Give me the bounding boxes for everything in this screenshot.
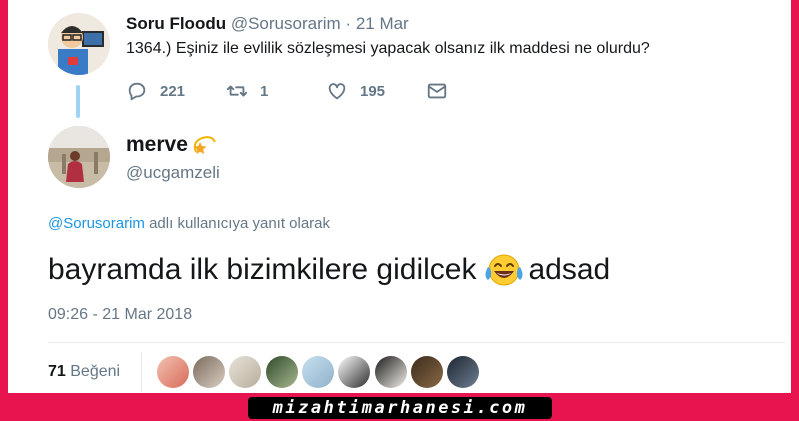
reply-display-name-row: merve (126, 132, 218, 158)
thread-connector (76, 85, 80, 118)
parent-tweet-header: Soru Floodu @Sorusorarim · 21 Mar (126, 14, 409, 34)
reply-text-before: bayramda ilk bizimkilere gidilcek (48, 253, 477, 286)
liker-avatar[interactable] (411, 356, 443, 388)
reply-context-text: adlı kullanıcıya yanıt olarak (149, 215, 331, 232)
likes-count: 71 (48, 363, 66, 380)
retweet-button[interactable]: 1 (226, 78, 268, 104)
stats-separator (141, 352, 142, 392)
liker-avatar[interactable] (193, 356, 225, 388)
message-button[interactable] (426, 78, 460, 104)
liker-avatar[interactable] (338, 356, 370, 388)
reply-timestamp[interactable]: 09:26 - 21 Mar 2018 (48, 306, 192, 324)
watermark-text: mizahtimarhanesi.com (272, 398, 528, 418)
liker-avatar[interactable] (229, 356, 261, 388)
message-icon (427, 83, 447, 99)
reply-handle[interactable]: @ucgamzeli (126, 163, 220, 183)
retweet-icon (226, 85, 248, 97)
like-count: 195 (360, 82, 386, 100)
retweet-count: 1 (260, 82, 269, 100)
reply-button[interactable]: 221 (126, 78, 185, 104)
dizzy-star-icon (193, 136, 216, 154)
liker-avatar[interactable] (302, 356, 334, 388)
like-icon (328, 83, 346, 100)
reply-mention-link[interactable]: @Sorusorarim (48, 215, 145, 232)
reply-display-name[interactable]: merve (126, 133, 188, 157)
reply-context: @Sorusorarim adlı kullanıcıya yanıt olar… (48, 215, 330, 232)
parent-tweet-text: 1364.) Eşiniz ile evlilik sözleşmesi yap… (126, 40, 650, 57)
reply-text-after: adsad (528, 253, 611, 286)
parent-date[interactable]: 21 Mar (356, 14, 409, 33)
reply-count: 221 (160, 82, 186, 100)
tweet-card: Soru Floodu @Sorusorarim · 21 Mar 1364.)… (8, 0, 791, 393)
watermark-banner: mizahtimarhanesi.com (248, 397, 552, 419)
parent-display-name[interactable]: Soru Floodu (126, 14, 226, 33)
reply-tweet-text: bayramda ilk bizimkilere gidilcek adsad (48, 252, 610, 288)
header-separator: · (345, 14, 352, 33)
likes-stat[interactable]: 71 Beğeni (48, 363, 120, 381)
liker-avatar[interactable] (375, 356, 407, 388)
parent-handle[interactable]: @Sorusorarim (231, 14, 341, 33)
liker-avatar[interactable] (157, 356, 189, 388)
stats-divider (48, 342, 786, 343)
like-button[interactable]: 195 (326, 78, 385, 104)
face-with-tears-of-joy-icon (485, 254, 523, 286)
liker-avatar[interactable] (447, 356, 479, 388)
avatar-soru-floodu[interactable] (48, 13, 110, 75)
liker-avatar[interactable] (266, 356, 298, 388)
likes-label: Beğeni (70, 363, 121, 380)
reply-icon (128, 82, 146, 101)
avatar-merve[interactable] (48, 126, 110, 188)
